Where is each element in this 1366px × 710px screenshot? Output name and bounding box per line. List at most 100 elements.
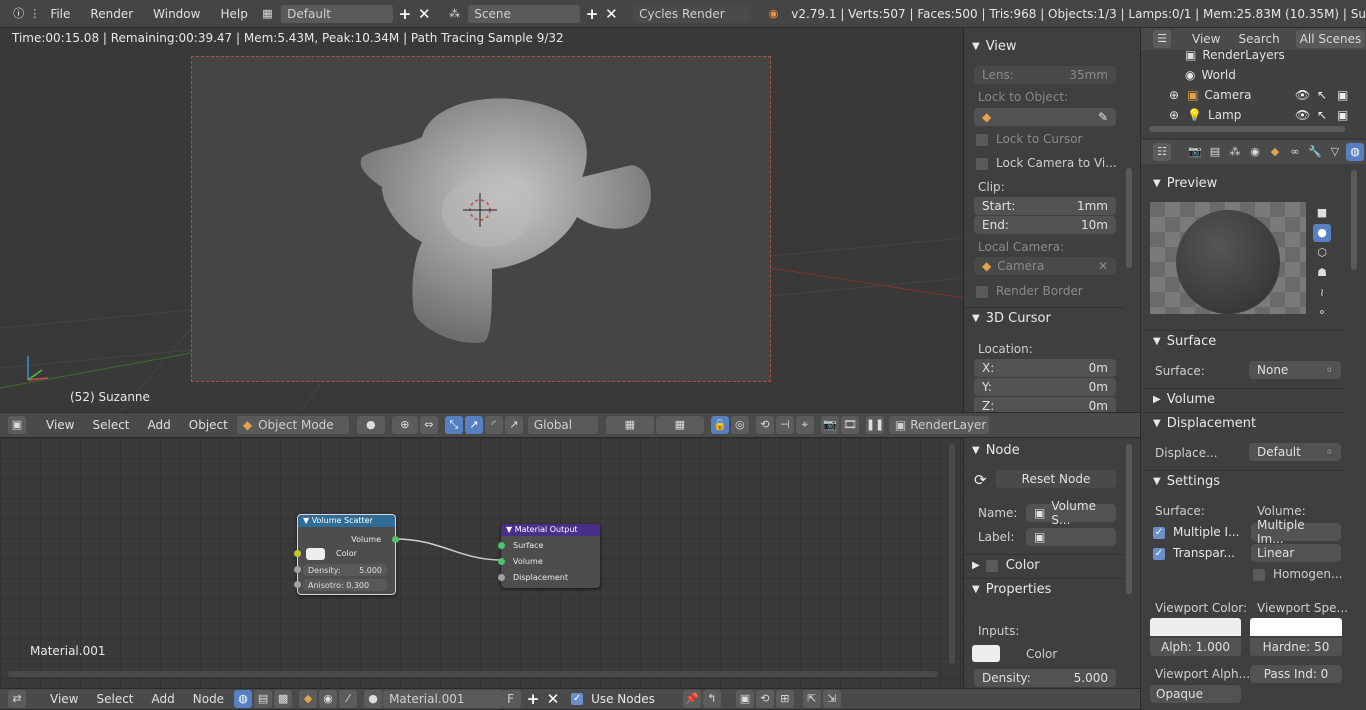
node-panel-scrollbar[interactable]	[1126, 444, 1132, 594]
pass-index-field[interactable]: Pass Ind: 0	[1250, 665, 1342, 683]
camera-select-arrow-icon[interactable]: ↖	[1317, 88, 1327, 102]
lock-camera-checkbox[interactable]: Lock Camera to Vi...	[976, 156, 1117, 170]
node-menu-node[interactable]: Node	[184, 692, 233, 706]
blend-mode-select[interactable]: Opaque	[1150, 685, 1241, 703]
color-section-header[interactable]: ▶ Color	[964, 554, 1124, 576]
compositing-nodes-icon[interactable]: ▤	[254, 690, 273, 708]
menu-select[interactable]: Select	[83, 418, 138, 432]
snap-target-icon[interactable]: ⌖	[795, 416, 814, 434]
add-scene-button[interactable]: +	[584, 5, 599, 23]
pause-render-icon[interactable]: ❚❚	[865, 416, 884, 434]
translate-manipulator-icon[interactable]: ⤡	[444, 416, 463, 434]
render-layer-select[interactable]: ▣ RenderLayer	[888, 416, 989, 434]
node-collapse-icon[interactable]: ▼	[303, 516, 312, 525]
world-shader-icon[interactable]: ◉	[319, 690, 338, 708]
menu-help[interactable]: Help	[210, 7, 257, 21]
scene-icon[interactable]: ⁂	[446, 5, 463, 23]
pivot-point-icon[interactable]: ⊕	[391, 416, 418, 434]
displacement-socket[interactable]	[498, 574, 505, 581]
volume-interpolation-select[interactable]: Linear	[1251, 544, 1341, 562]
3d-viewport[interactable]: Time:00:15.08 | Remaining:00:39.47 | Mem…	[0, 28, 963, 412]
density-socket[interactable]	[294, 566, 301, 573]
material-output-header[interactable]: ▼ Material Output	[501, 524, 600, 536]
expand-icon[interactable]: ⊕	[1169, 88, 1179, 102]
material-name-field[interactable]: Material.001	[383, 690, 504, 708]
viewport-spec-swatch[interactable]	[1250, 618, 1342, 636]
settings-section-header[interactable]: ▼ Settings	[1145, 470, 1345, 492]
outliner-type-icon[interactable]: ☰	[1153, 30, 1171, 48]
displacement-select[interactable]: Default ◦	[1249, 443, 1341, 461]
node-editor[interactable]: ▼ Volume Scatter Volume Color Density: 5.…	[0, 438, 963, 688]
outliner-tab-all-scenes[interactable]: All Scenes	[1295, 30, 1366, 48]
cursor-x-field[interactable]: X: 0m	[974, 359, 1116, 377]
input-density-field[interactable]: Density: 5.000	[974, 669, 1116, 687]
preview-sphere-sky-icon[interactable]: ⚬	[1313, 304, 1331, 322]
view-section-header[interactable]: ▼ View	[964, 35, 1140, 57]
object-mode-select[interactable]: ◆ Object Mode	[236, 416, 349, 434]
volume-scatter-header[interactable]: ▼ Volume Scatter	[298, 515, 395, 527]
preview-cube-icon[interactable]: ⬡	[1313, 244, 1331, 262]
preview-sphere-icon[interactable]: ●	[1313, 224, 1331, 242]
scene-field[interactable]: Scene	[468, 4, 581, 23]
node-editor-type-icon[interactable]: ⇄	[8, 690, 26, 708]
unlink-material-button[interactable]: ✕	[545, 690, 561, 708]
preview-flat-icon[interactable]: ■	[1313, 204, 1331, 222]
paste-nodes-icon[interactable]: ⇲	[822, 690, 841, 708]
snap-icon[interactable]: ⟲	[755, 416, 774, 434]
node-menu-add[interactable]: Add	[143, 692, 184, 706]
viewport-shading-icon[interactable]: ●	[356, 416, 385, 434]
volume-scatter-node[interactable]: ▼ Volume Scatter Volume Color Density: 5.…	[294, 514, 399, 595]
node-menu-select[interactable]: Select	[87, 692, 142, 706]
anisotropy-socket[interactable]	[294, 581, 301, 588]
opengl-anim-icon[interactable]: 🎞	[840, 416, 859, 434]
outliner-item-lamp[interactable]: ⊕ 💡 Lamp	[1169, 108, 1241, 122]
pin-icon[interactable]: 📌	[682, 690, 701, 708]
editor-menu-chevron-icon[interactable]: ⋮	[29, 5, 40, 23]
editor-type-icon[interactable]: ▣	[8, 416, 26, 434]
volume-sampling-select[interactable]: Multiple Im...	[1251, 518, 1341, 546]
color-toggle-check[interactable]	[985, 559, 998, 572]
panel-scrollbar[interactable]	[1126, 168, 1132, 268]
node-collapse-icon[interactable]: ▼	[506, 525, 515, 534]
anisotropy-field[interactable]: Anisotro: 0.300	[303, 579, 387, 591]
fake-user-button[interactable]: F	[503, 690, 522, 708]
menu-file[interactable]: File	[40, 7, 80, 21]
properties-type-icon[interactable]: ☷	[1153, 143, 1171, 161]
lamp-render-icon[interactable]: ▣	[1337, 108, 1348, 122]
object-tab-icon[interactable]: ◆	[1266, 143, 1284, 161]
render-engine-select[interactable]: Cycles Render	[633, 4, 751, 23]
3d-cursor-section-header[interactable]: ▼ 3D Cursor	[964, 307, 1124, 329]
node-editor-hscrollbar[interactable]	[8, 671, 938, 677]
line-style-icon[interactable]: ⁄	[339, 690, 358, 708]
new-material-button[interactable]: +	[525, 690, 541, 708]
menu-render[interactable]: Render	[80, 7, 143, 21]
layout-grid-icon[interactable]: ▦	[259, 5, 276, 23]
transform-orientation-select[interactable]: Global	[527, 416, 598, 434]
preview-hair-icon[interactable]: ≀	[1313, 284, 1331, 302]
surface-shader-select[interactable]: None ◦	[1249, 361, 1341, 379]
node-editor-scrollbar[interactable]	[949, 444, 955, 664]
node-section-header[interactable]: ▼ Node	[964, 439, 1140, 461]
displacement-section-header[interactable]: ▼ Displacement	[1145, 412, 1345, 434]
multiple-importance-checkbox[interactable]: ✓ Multiple I...	[1153, 525, 1239, 539]
properties-section-header[interactable]: ▼ Properties	[964, 578, 1124, 600]
lamp-visibility-eye-icon[interactable]: 👁	[1295, 108, 1310, 122]
lock-camera-check[interactable]	[976, 157, 988, 170]
node-name-field[interactable]: ▣ Volume S...	[1026, 499, 1116, 527]
scale-manipulator-icon[interactable]: ◜	[484, 416, 503, 434]
backdrop-icon[interactable]: ▣	[735, 690, 754, 708]
modifiers-tab-icon[interactable]: 🔧	[1306, 143, 1324, 161]
outliner-scrollbar[interactable]	[1149, 126, 1345, 132]
go-to-parent-icon[interactable]: ↰	[702, 690, 721, 708]
menu-window[interactable]: Window	[143, 7, 210, 21]
menu-view[interactable]: View	[37, 418, 83, 432]
remove-scene-button[interactable]: ✕	[604, 5, 619, 23]
density-field[interactable]: Density: 5.000	[303, 564, 387, 576]
transparent-shadow-checkbox[interactable]: ✓ Transpar...	[1153, 546, 1235, 560]
out-volume-socket[interactable]	[392, 536, 399, 543]
color-swatch[interactable]	[306, 548, 325, 560]
material-browse-icon[interactable]: ●	[364, 690, 383, 708]
node-label-field[interactable]: ▣	[1026, 528, 1116, 546]
menu-object[interactable]: Object	[180, 418, 237, 432]
eyedropper-icon[interactable]: ✎	[1098, 110, 1108, 124]
